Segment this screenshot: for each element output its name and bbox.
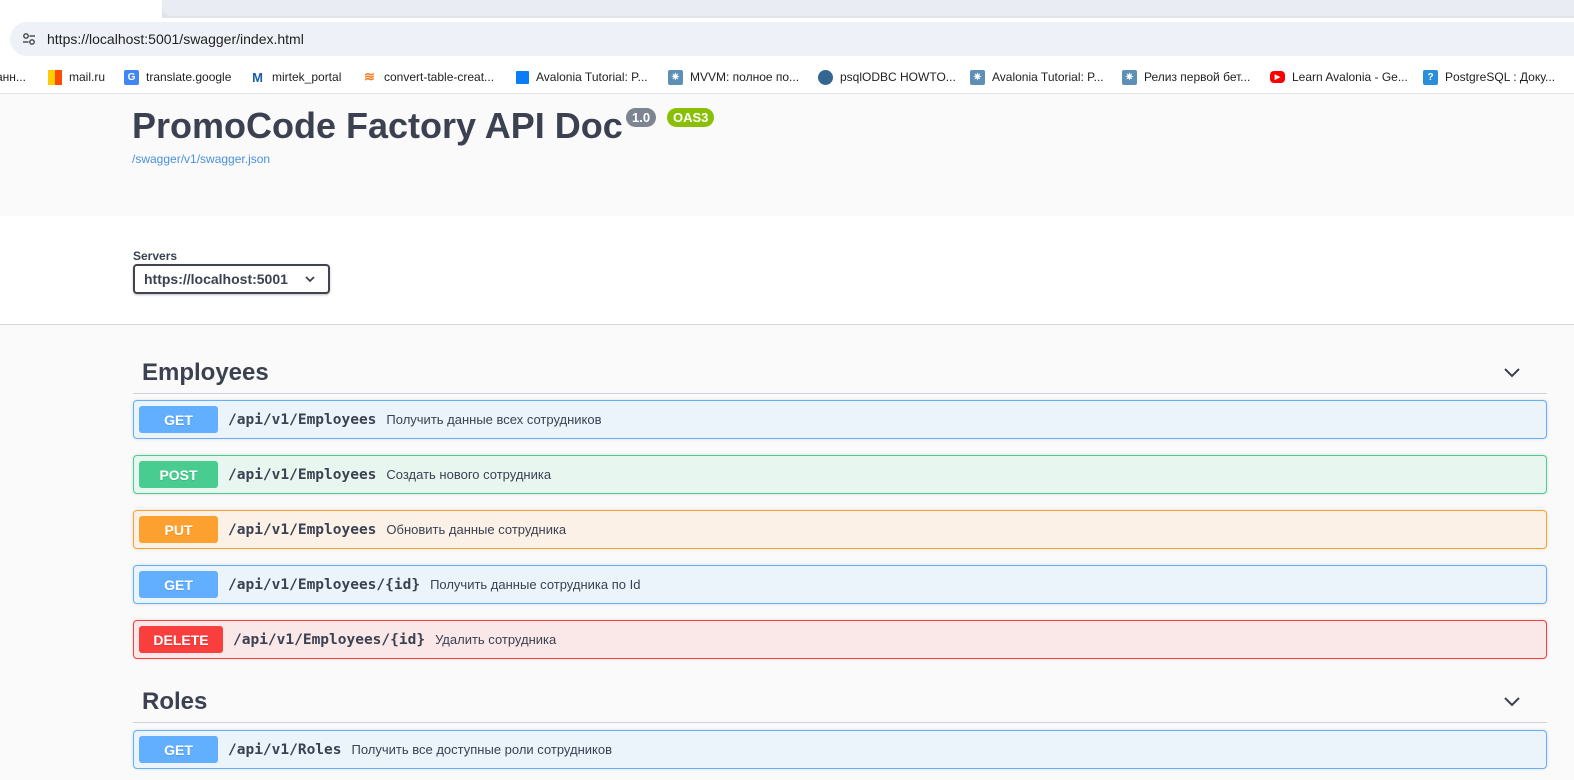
servers-selected-value: https://localhost:5001	[144, 271, 288, 287]
section-title: Employees	[142, 359, 269, 386]
bookmarks-bar: анн... mail.ru G translate.google M mirt…	[0, 60, 1574, 94]
operation-path: /api/v1/Employees/{id}	[233, 631, 426, 648]
bookmark-mirtek[interactable]: M mirtek_portal	[250, 68, 341, 86]
operation-summary: Получить данные всех сотрудников	[386, 412, 602, 427]
section-header-employees[interactable]: Employees	[133, 350, 1547, 394]
tab-strip-background	[162, 0, 1574, 16]
operation-path: /api/v1/Employees	[228, 411, 377, 428]
bookmark-avalonia-1[interactable]: Avalonia Tutorial: P...	[516, 68, 648, 86]
operation-path: /api/v1/Employees	[228, 521, 377, 538]
active-tab[interactable]	[0, 0, 162, 18]
operation-summary: Получить данные сотрудника по Id	[430, 577, 641, 592]
chevron-down-icon	[305, 276, 315, 283]
bookmark-label: convert-table-creat...	[384, 70, 495, 84]
address-bar[interactable]: https://localhost:5001/swagger/index.htm…	[10, 22, 1574, 56]
browser-toolbar: https://localhost:5001/swagger/index.htm…	[0, 18, 1574, 60]
bookmark-label: mirtek_portal	[272, 70, 342, 84]
oas-badge: OAS3	[667, 108, 715, 127]
bookmark-label: MVVM: полное по...	[690, 70, 800, 84]
youtube-icon: ▶	[1270, 71, 1285, 83]
site-settings-icon[interactable]	[22, 32, 36, 46]
operation-summary: Обновить данные сотрудника	[386, 522, 567, 537]
bookmark-label: Learn Avalonia - Ge...	[1292, 70, 1408, 84]
bookmark-avalonia-2[interactable]: ✷ Avalonia Tutorial: P...	[970, 68, 1104, 86]
tab-strip	[0, 0, 1574, 18]
bookmark-stackoverflow[interactable]: ≋ convert-table-creat...	[362, 68, 494, 86]
postgres-help-icon: ?	[1423, 69, 1438, 85]
method-badge: GET	[139, 736, 218, 763]
bookmark-translate[interactable]: G translate.google	[124, 68, 231, 86]
operation-path: /api/v1/Roles	[228, 741, 342, 758]
habr-gear-icon: ✷	[970, 69, 985, 85]
operation-summary: Получить все доступные роли сотрудников	[351, 742, 613, 757]
operation-path: /api/v1/Employees	[228, 466, 377, 483]
api-info: PromoCode Factory API Doc 1.0 OAS3 /swag…	[0, 95, 1574, 216]
postgres-elephant-icon	[818, 69, 833, 85]
bookmark-release[interactable]: ✷ Релиз первой бет...	[1122, 68, 1250, 86]
operation-summary: Удалить сотрудника	[435, 632, 557, 647]
operation-get-employee-by-id[interactable]: GET /api/v1/Employees/{id} Получить данн…	[133, 565, 1547, 604]
bookmark-label: mail.ru	[69, 70, 106, 84]
bookmark-label: PostgreSQL : Доку...	[1445, 70, 1556, 84]
bookmark-label: анн...	[0, 70, 26, 84]
chevron-down-icon[interactable]	[1503, 364, 1521, 382]
habr-gear-icon: ✷	[1122, 69, 1137, 85]
bookmark-label: Avalonia Tutorial: P...	[992, 70, 1104, 84]
blue-square-icon	[516, 70, 529, 84]
operation-delete-employee[interactable]: DELETE /api/v1/Employees/{id} Удалить со…	[133, 620, 1547, 659]
mirtek-m-icon: M	[250, 69, 265, 85]
servers-select[interactable]: https://localhost:5001	[133, 264, 330, 294]
operation-get-roles[interactable]: GET /api/v1/Roles Получить все доступные…	[133, 730, 1547, 769]
bookmark-label: Релиз первой бет...	[1144, 70, 1251, 84]
swagger-json-link[interactable]: /swagger/v1/swagger.json	[132, 152, 270, 166]
chevron-down-icon[interactable]	[1503, 693, 1521, 711]
method-badge: DELETE	[139, 626, 223, 653]
page-title: PromoCode Factory API Doc	[132, 105, 623, 146]
method-badge: PUT	[139, 516, 218, 543]
bookmark-postgresql-docs[interactable]: ? PostgreSQL : Доку...	[1423, 68, 1555, 86]
operation-get-employees[interactable]: GET /api/v1/Employees Получить данные вс…	[133, 400, 1547, 439]
servers-label: Servers	[133, 249, 178, 263]
bookmark-item[interactable]: анн...	[0, 68, 26, 86]
bookmark-youtube[interactable]: ▶ Learn Avalonia - Ge...	[1270, 68, 1408, 86]
bookmark-mailru[interactable]: mail.ru	[48, 68, 105, 86]
operation-path: /api/v1/Employees/{id}	[228, 576, 421, 593]
bookmark-label: psqlODBC HOWTO...	[840, 70, 956, 84]
method-badge: GET	[139, 406, 218, 433]
bookmark-mvvm[interactable]: ✷ MVVM: полное по...	[668, 68, 799, 86]
bookmark-label: Avalonia Tutorial: P...	[536, 70, 648, 84]
url-text[interactable]: https://localhost:5001/swagger/index.htm…	[47, 31, 304, 47]
method-badge: POST	[139, 461, 218, 488]
operation-put-employees[interactable]: PUT /api/v1/Employees Обновить данные со…	[133, 510, 1547, 549]
mailru-flag-icon	[48, 69, 62, 85]
bookmark-label: translate.google	[146, 70, 232, 84]
operation-summary: Создать нового сотрудника	[386, 467, 552, 482]
habr-gear-icon: ✷	[668, 69, 683, 85]
stackoverflow-icon: ≋	[362, 69, 377, 85]
method-badge: GET	[139, 571, 218, 598]
scheme-container: Servers https://localhost:5001	[0, 216, 1574, 325]
section-header-roles[interactable]: Roles	[133, 679, 1547, 723]
version-badge: 1.0	[626, 108, 657, 127]
google-translate-icon: G	[124, 69, 139, 85]
bookmark-psqlodbc[interactable]: psqlODBC HOWTO...	[818, 68, 956, 86]
section-title: Roles	[142, 688, 208, 715]
operation-post-employees[interactable]: POST /api/v1/Employees Создать нового со…	[133, 455, 1547, 494]
